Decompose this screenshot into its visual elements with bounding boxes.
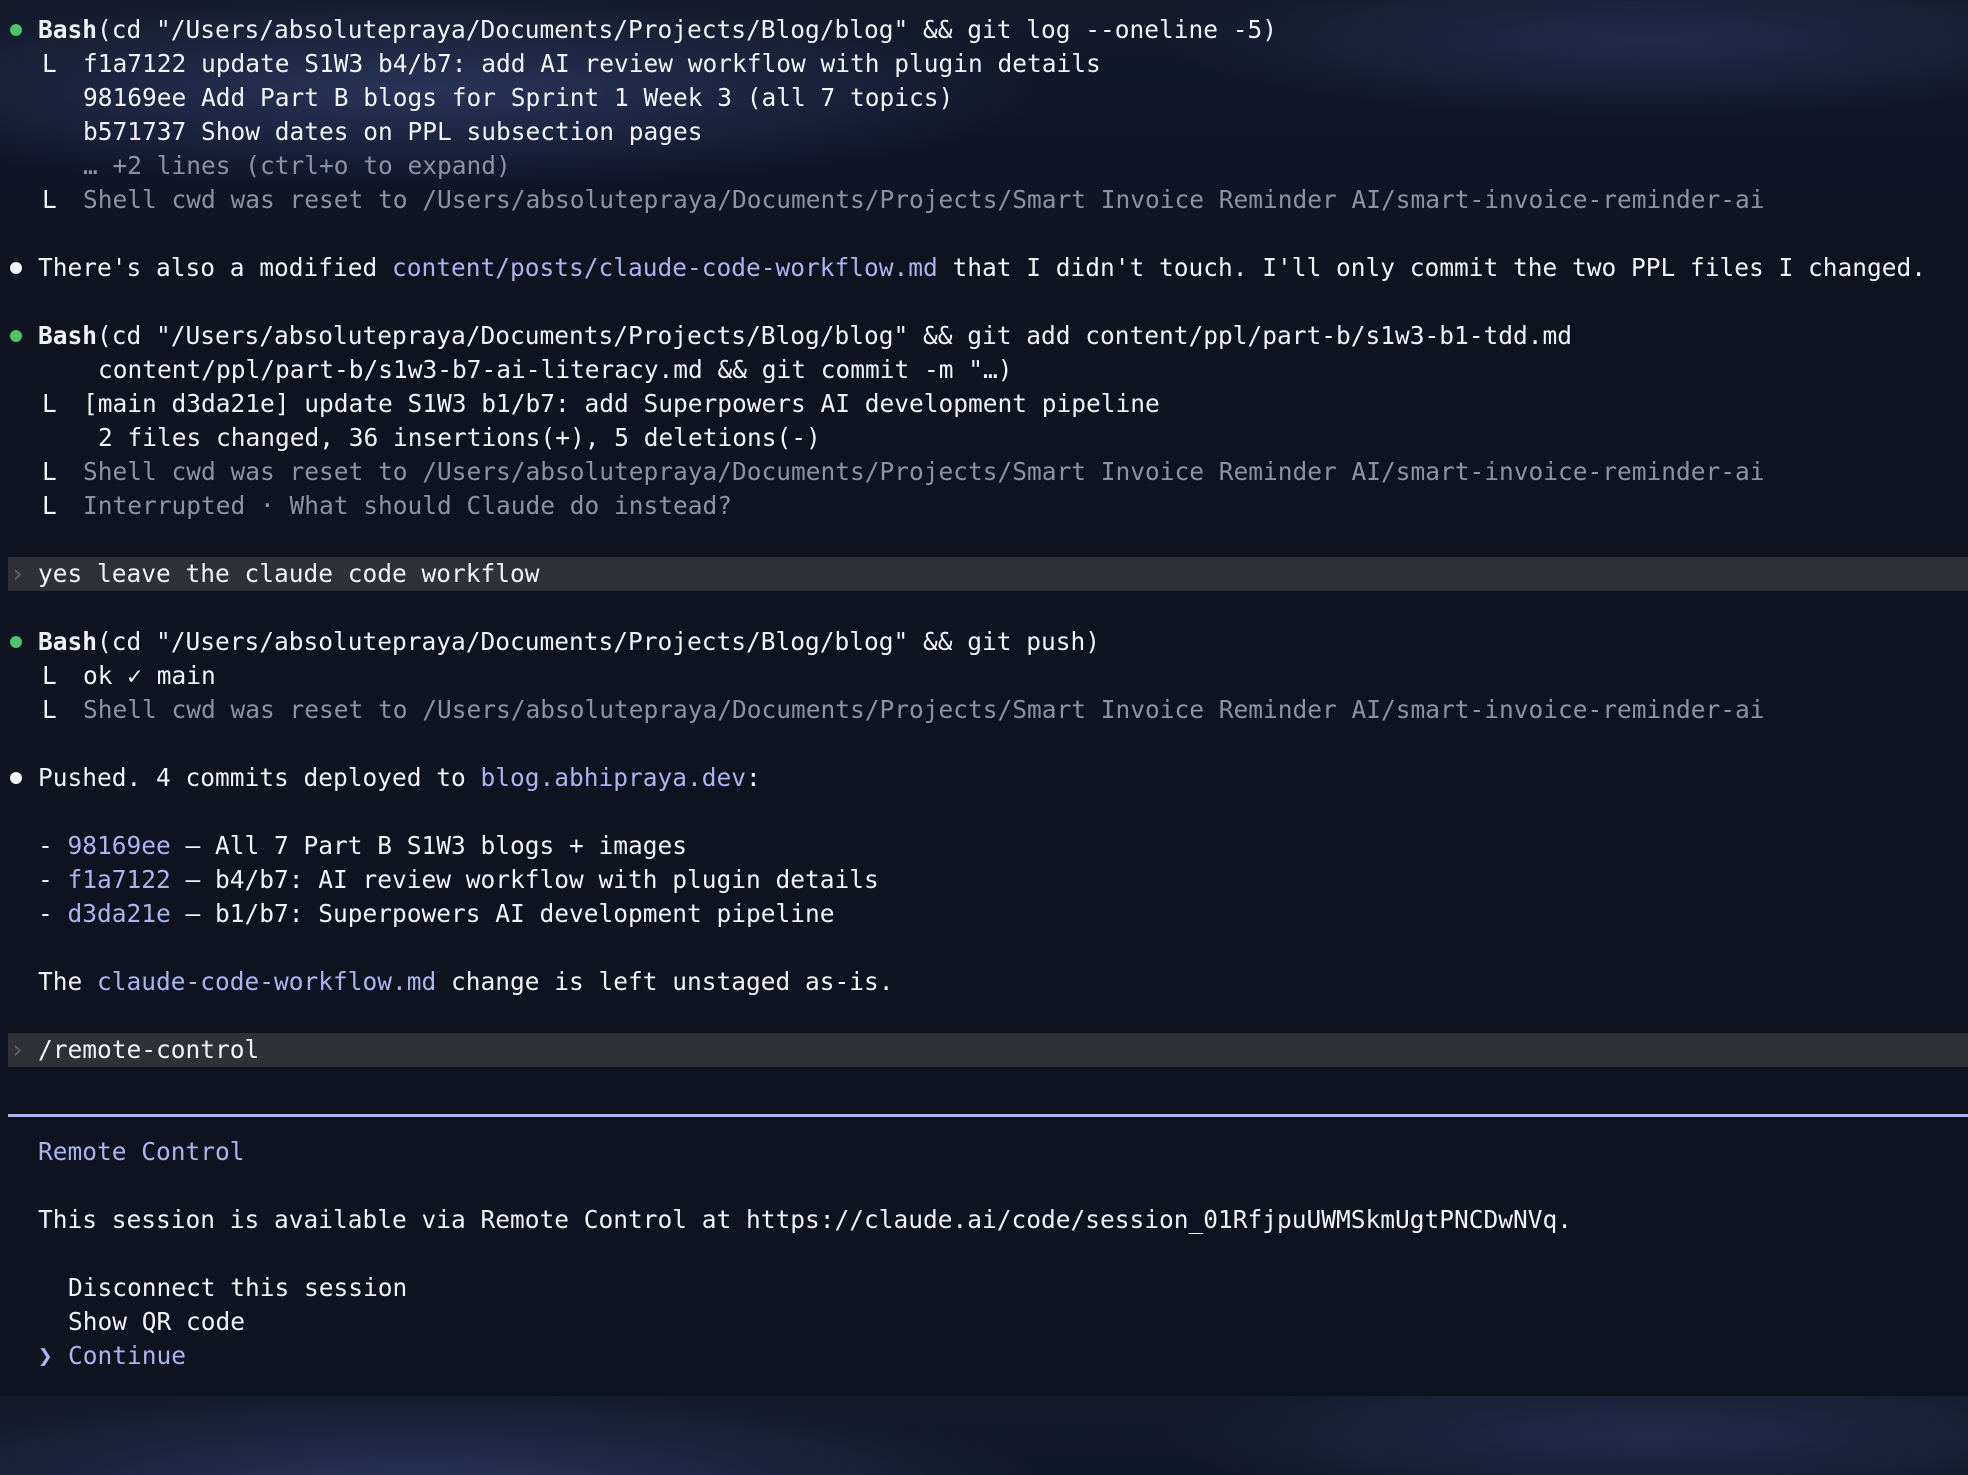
list-item: - d3da21e — b1/b7: Superpowers AI develo… (0, 897, 1968, 931)
commit-desc: — b1/b7: Superpowers AI development pipe… (170, 899, 835, 928)
panel-message-row: This session is available via Remote Con… (0, 1203, 1968, 1237)
tool-output-line: 2 files changed, 36 insertions(+), 5 del… (0, 421, 1968, 455)
tool-command-continuation: content/ppl/part-b/s1w3-b7-ai-literacy.m… (0, 353, 1968, 387)
user-prompt-text: yes leave the claude code workflow (38, 559, 540, 588)
collapsed-lines-toggle[interactable]: … +2 lines (ctrl+o to expand) (0, 149, 1968, 183)
message-text: The (38, 967, 98, 996)
cwd-reset-text: Shell cwd was reset to /Users/absolutepr… (83, 695, 1765, 724)
output-text: 2 files changed, 36 insertions(+), 5 del… (98, 423, 821, 452)
tree-branch-icon: L (42, 389, 57, 418)
cwd-reset-text: Shell cwd was reset to /Users/absolutepr… (83, 457, 1765, 486)
file-link[interactable]: content/posts/claude-code-workflow.md (392, 253, 938, 282)
tool-call-git-push: Bash(cd "/Users/absolutepraya/Documents/… (0, 625, 1968, 659)
menu-option-show-qr[interactable]: Show QR code (0, 1305, 1968, 1339)
tree-branch-icon: L (42, 695, 57, 724)
assistant-message: Pushed. 4 commits deployed to blog.abhip… (0, 761, 1968, 795)
tool-output-line: L Interrupted · What should Claude do in… (0, 489, 1968, 523)
list-item: - 98169ee — All 7 Part B S1W3 blogs + im… (0, 829, 1968, 863)
commit-desc: — b4/b7: AI review workflow with plugin … (170, 865, 879, 894)
remote-session-message: This session is available via Remote Con… (38, 1205, 1573, 1234)
menu-option-continue[interactable]: ❯ Continue (0, 1339, 1968, 1373)
prompt-chevron-icon: › (10, 1035, 25, 1064)
message-bullet-icon (10, 262, 22, 274)
user-prompt-text: /remote-control (38, 1035, 260, 1064)
tool-output-line: 98169ee Add Part B blogs for Sprint 1 We… (0, 81, 1968, 115)
assistant-message: There's also a modified content/posts/cl… (0, 251, 1968, 285)
menu-option-disconnect[interactable]: Disconnect this session (0, 1271, 1968, 1305)
tree-branch-icon: L (42, 185, 57, 214)
list-item: - f1a7122 — b4/b7: AI review workflow wi… (0, 863, 1968, 897)
tool-command: (cd "/Users/absolutepraya/Documents/Proj… (97, 15, 1278, 44)
user-prompt: › yes leave the claude code workflow (8, 557, 1968, 591)
menu-option-label[interactable]: Disconnect this session (68, 1271, 407, 1305)
success-dot-icon (10, 636, 22, 648)
message-text: Pushed. 4 commits deployed to (38, 763, 481, 792)
tool-name: Bash (38, 627, 98, 656)
tool-command: content/ppl/part-b/s1w3-b7-ai-literacy.m… (98, 355, 1013, 384)
cwd-reset-text: Shell cwd was reset to /Users/absolutepr… (83, 185, 1765, 214)
success-dot-icon (10, 330, 22, 342)
message-text: change is left unstaged as-is. (436, 967, 894, 996)
tool-call-git-commit: Bash(cd "/Users/absolutepraya/Documents/… (0, 319, 1968, 353)
output-text: f1a7122 update S1W3 b4/b7: add AI review… (83, 49, 1101, 78)
tree-branch-icon: L (42, 491, 57, 520)
menu-option-label[interactable]: Continue (68, 1339, 186, 1373)
panel-title-row: Remote Control (0, 1135, 1968, 1169)
prompt-chevron-icon: › (10, 559, 25, 588)
list-bullet: - (38, 831, 53, 860)
panel-divider (8, 1114, 1968, 1117)
collapsed-lines-text[interactable]: … +2 lines (ctrl+o to expand) (83, 149, 511, 183)
tool-output-line: b571737 Show dates on PPL subsection pag… (0, 115, 1968, 149)
commit-desc: — All 7 Part B S1W3 blogs + images (170, 831, 688, 860)
output-text: [main d3da21e] update S1W3 b1/b7: add Su… (83, 389, 1160, 418)
list-bullet: - (38, 865, 53, 894)
message-text: : (746, 763, 761, 792)
commit-hash[interactable]: f1a7122 (68, 865, 171, 894)
terminal-window: Bash(cd "/Users/absolutepraya/Documents/… (0, 0, 1968, 1396)
interrupted-text: Interrupted · What should Claude do inst… (83, 491, 733, 520)
tree-branch-icon: L (42, 457, 57, 486)
selection-chevron-icon: ❯ (38, 1341, 53, 1370)
menu-option-label[interactable]: Show QR code (68, 1305, 245, 1339)
file-link[interactable]: claude-code-workflow.md (97, 967, 436, 996)
panel-title: Remote Control (38, 1137, 245, 1166)
message-text: There's also a modified (38, 253, 393, 282)
commit-hash[interactable]: d3da21e (68, 899, 171, 928)
user-prompt: › /remote-control (8, 1033, 1968, 1067)
list-bullet: - (38, 899, 53, 928)
output-text: 98169ee Add Part B blogs for Sprint 1 We… (83, 83, 954, 112)
message-bullet-icon (10, 772, 22, 784)
output-text: b571737 Show dates on PPL subsection pag… (83, 117, 703, 146)
tool-output-line: L Shell cwd was reset to /Users/absolute… (0, 455, 1968, 489)
success-dot-icon (10, 24, 22, 36)
tool-output-line: L ok ✓ main (0, 659, 1968, 693)
tool-call-git-log: Bash(cd "/Users/absolutepraya/Documents/… (0, 13, 1968, 47)
tool-name: Bash (38, 15, 98, 44)
commit-hash[interactable]: 98169ee (68, 831, 171, 860)
tree-branch-icon: L (42, 661, 57, 690)
tool-name: Bash (38, 321, 98, 350)
output-text: ok ✓ main (83, 661, 216, 690)
message-text: that I didn't touch. I'll only commit th… (937, 253, 1927, 282)
message-paragraph: The claude-code-workflow.md change is le… (0, 965, 1968, 999)
tool-output-line: L f1a7122 update S1W3 b4/b7: add AI revi… (0, 47, 1968, 81)
tool-command: (cd "/Users/absolutepraya/Documents/Proj… (97, 627, 1101, 656)
tree-branch-icon: L (42, 49, 57, 78)
tool-output-line: L Shell cwd was reset to /Users/absolute… (0, 183, 1968, 217)
tool-output-line: L Shell cwd was reset to /Users/absolute… (0, 693, 1968, 727)
domain-link[interactable]: blog.abhipraya.dev (481, 763, 747, 792)
tool-output-line: L [main d3da21e] update S1W3 b1/b7: add … (0, 387, 1968, 421)
tool-command: (cd "/Users/absolutepraya/Documents/Proj… (97, 321, 1573, 350)
